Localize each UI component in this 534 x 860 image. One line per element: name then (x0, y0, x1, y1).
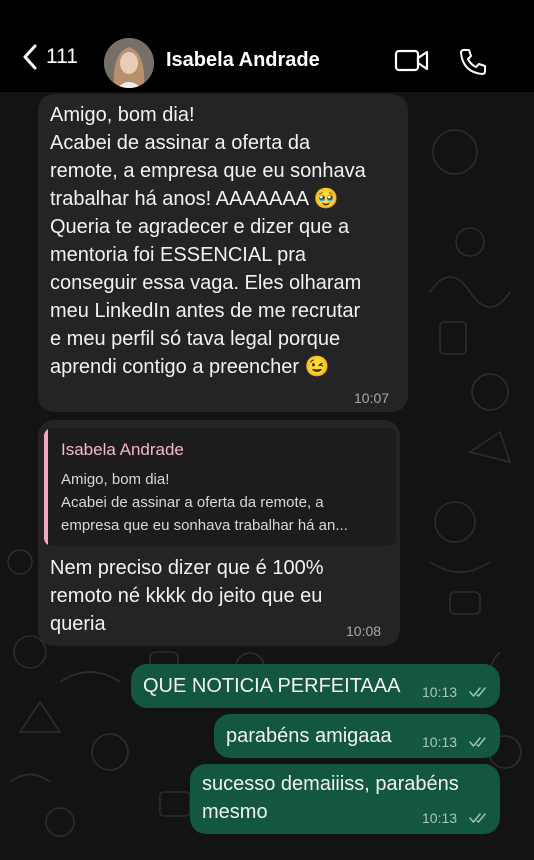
avatar-image (104, 38, 154, 88)
quoted-message[interactable]: Isabela Andrade Amigo, bom dia! Acabei d… (44, 428, 396, 546)
message-bubble-incoming[interactable]: Amigo, bom dia! Acabei de assinar a ofer… (38, 94, 408, 412)
message-bubble-outgoing[interactable]: QUE NOTICIA PERFEITAAA 10:13 (131, 664, 500, 708)
read-receipt-icon (469, 813, 486, 823)
message-bubble-outgoing[interactable]: parabéns amigaaa 10:13 (214, 714, 500, 758)
message-time: 10:13 (422, 684, 458, 700)
quote-line: Amigo, bom dia! (61, 471, 170, 488)
message-time: 10:07 (354, 390, 390, 406)
read-receipt-icon (469, 687, 486, 697)
message-text: Amigo, bom dia! Acabei de assinar a ofer… (50, 104, 366, 378)
quote-text: Amigo, bom dia! Acabei de assinar a ofer… (61, 468, 391, 537)
message-time: 10:13 (422, 734, 458, 750)
phone-icon[interactable] (458, 47, 488, 77)
quote-line: Acabei de assinar a oferta da remote, a (61, 494, 324, 511)
video-camera-icon[interactable] (394, 47, 430, 75)
read-receipt-icon (469, 737, 486, 747)
message-text: Nem preciso dizer que é 100% remoto né k… (50, 557, 324, 635)
message-time: 10:13 (422, 810, 458, 826)
message-text: QUE NOTICIA PERFEITAAA (143, 675, 401, 697)
quote-accent-bar (44, 428, 48, 546)
contact-name[interactable]: Isabela Andrade (166, 49, 320, 72)
message-bubble-incoming-reply[interactable]: Isabela Andrade Amigo, bom dia! Acabei d… (38, 420, 400, 646)
message-text: parabéns amigaaa (226, 725, 392, 747)
message-bubble-outgoing[interactable]: sucesso demaiiiss, parabéns mesmo 10:13 (190, 764, 500, 834)
quote-author: Isabela Andrade (61, 440, 184, 459)
chat-header: 111 Isabela Andrade (0, 0, 534, 92)
avatar[interactable] (104, 38, 154, 88)
message-time: 10:08 (346, 623, 382, 639)
quote-line: empresa que eu sonhava trabalhar há an..… (61, 517, 348, 534)
back-button[interactable]: 111 (22, 44, 78, 70)
chat-area[interactable]: Amigo, bom dia! Acabei de assinar a ofer… (0, 92, 534, 860)
chevron-left-icon (23, 44, 37, 70)
unread-count: 111 (46, 45, 78, 68)
